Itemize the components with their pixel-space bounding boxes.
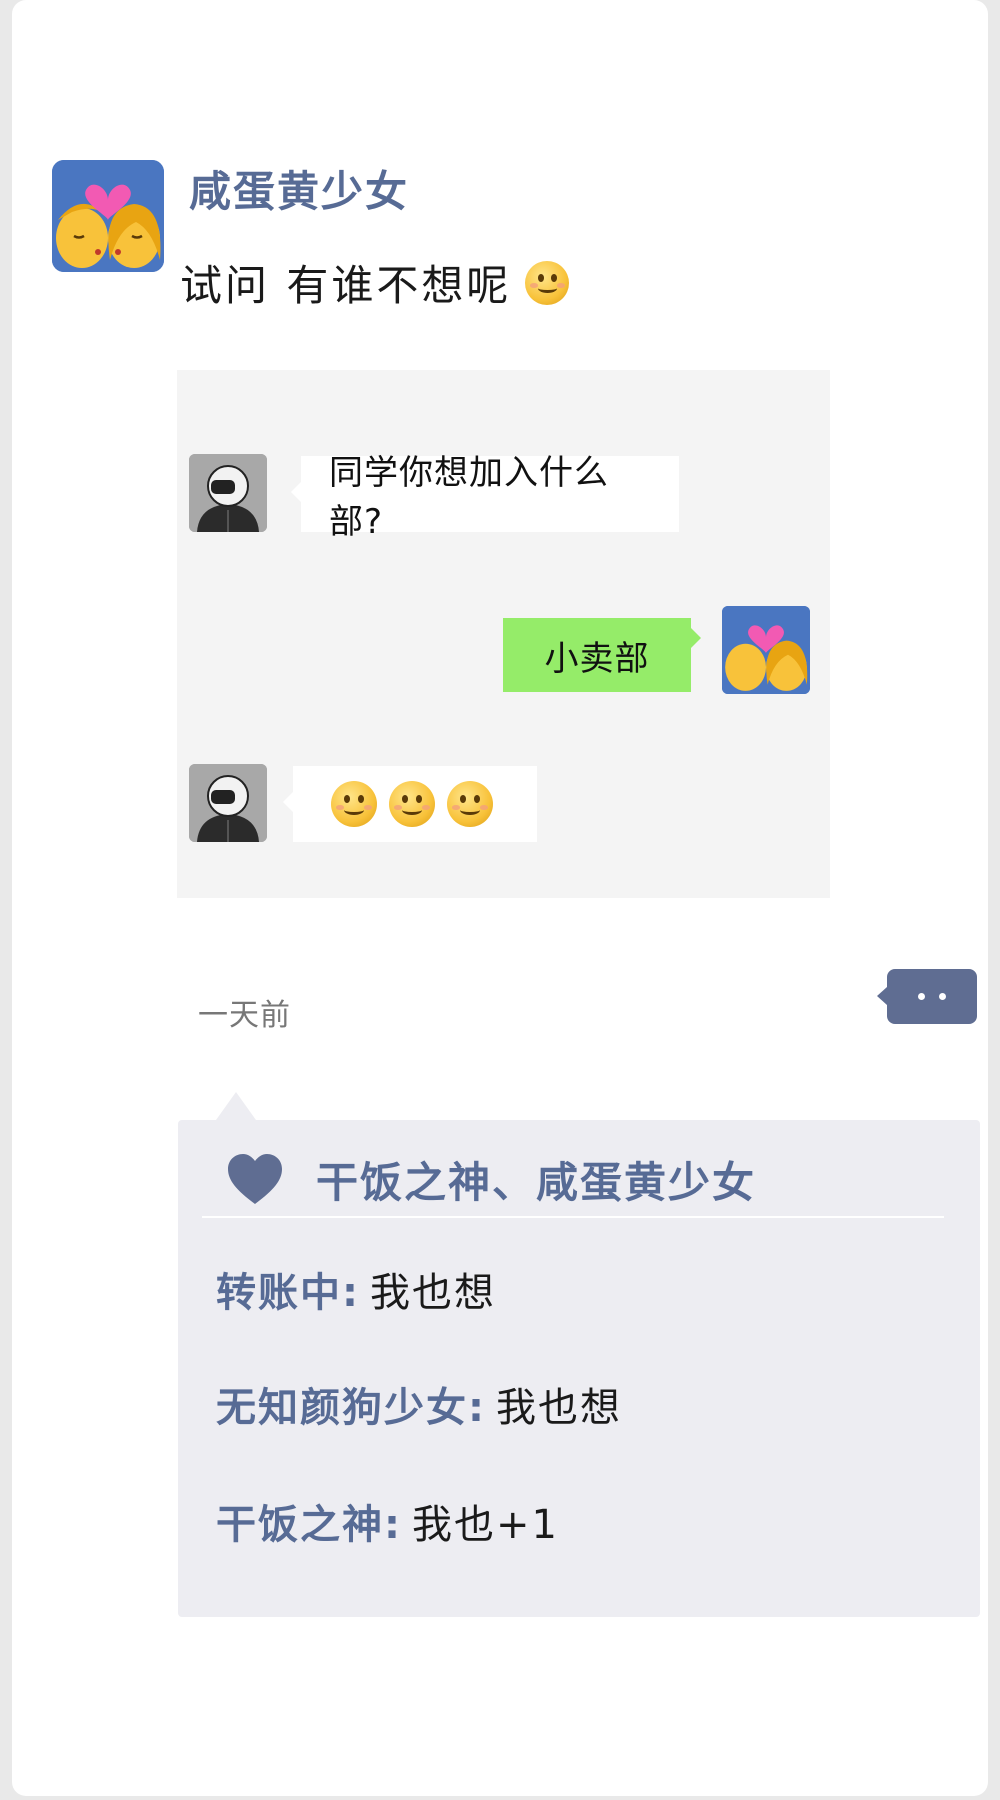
comment-text: 我也想 — [370, 1270, 496, 1316]
moments-post-card: 咸蛋黄少女 试问 有谁不想呢 同学你想加入什么部? 小卖部 一天前 干饭之神、咸… — [12, 0, 988, 1796]
comment-item[interactable]: 无知颜狗少女: 我也想 — [216, 1375, 622, 1433]
chat-message-bubble: 小卖部 — [503, 618, 701, 692]
comment-item[interactable]: 转账中: 我也想 — [216, 1260, 496, 1318]
smile-emoji-icon — [447, 781, 493, 827]
likes-row: 干饭之神、咸蛋黄少女 — [202, 1142, 944, 1218]
poster-name[interactable]: 咸蛋黄少女 — [189, 158, 409, 219]
heart-icon — [226, 1152, 284, 1206]
kiss-couple-icon — [722, 606, 810, 694]
helmet-figure-icon — [189, 454, 267, 532]
comment-text: 我也+1 — [412, 1502, 559, 1548]
likes-names[interactable]: 干饭之神、咸蛋黄少女 — [316, 1149, 756, 1210]
chat-message-text: 同学你想加入什么部? — [329, 453, 609, 542]
post-text-content: 试问 有谁不想呢 — [180, 261, 512, 310]
chat-message-bubble — [283, 766, 537, 842]
comment-author[interactable]: 干饭之神: — [216, 1492, 402, 1550]
kiss-couple-icon[interactable] — [52, 160, 164, 272]
smile-emoji-icon — [331, 781, 377, 827]
chat-screenshot-image[interactable]: 同学你想加入什么部? 小卖部 — [177, 370, 830, 898]
smile-emoji-icon — [525, 260, 570, 305]
post-text: 试问 有谁不想呢 — [180, 252, 570, 313]
comment-item[interactable]: 干饭之神: 我也+1 — [216, 1492, 559, 1550]
comment-text: 我也想 — [496, 1385, 622, 1431]
comment-author[interactable]: 转账中: — [216, 1260, 360, 1318]
helmet-figure-icon — [189, 764, 267, 842]
comment-author[interactable]: 无知颜狗少女: — [216, 1375, 486, 1433]
chat-message-text: 小卖部 — [544, 638, 650, 679]
smile-emoji-icon — [389, 781, 435, 827]
post-timestamp: 一天前 — [198, 998, 291, 1033]
more-dots-icon[interactable] — [877, 969, 977, 1024]
likes-comments-panel: 干饭之神、咸蛋黄少女 转账中: 我也想 无知颜狗少女: 我也想 干饭之神: 我也… — [178, 1092, 980, 1617]
chat-message-bubble: 同学你想加入什么部? — [291, 453, 679, 542]
